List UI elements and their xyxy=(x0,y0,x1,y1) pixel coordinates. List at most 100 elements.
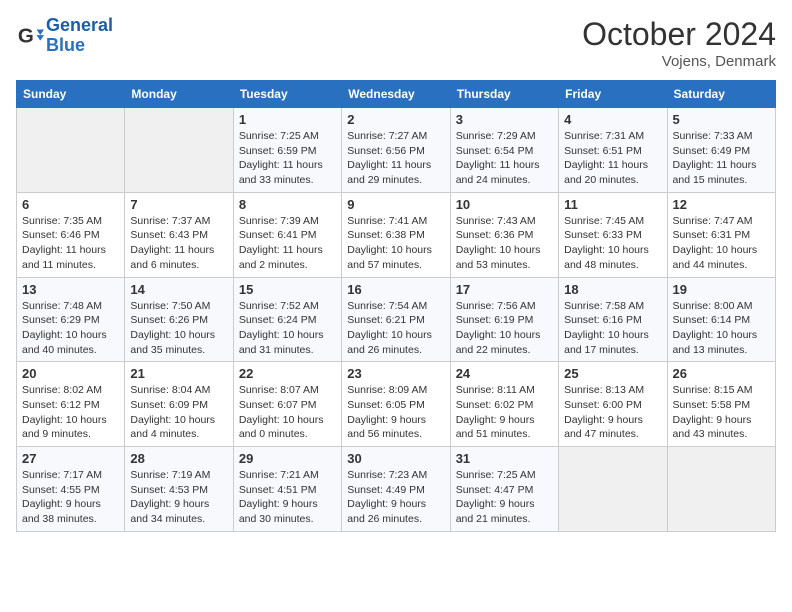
day-info: Sunrise: 7:52 AMSunset: 6:24 PMDaylight:… xyxy=(239,299,336,358)
logo-text: General Blue xyxy=(46,16,113,56)
calendar-week-row: 20 Sunrise: 8:02 AMSunset: 6:12 PMDayligh… xyxy=(17,362,776,447)
calendar-cell: 7 Sunrise: 7:37 AMSunset: 6:43 PMDaylight… xyxy=(125,192,233,277)
calendar-cell: 22Sunrise: 8:07 AMSunset: 6:07 PMDayligh… xyxy=(233,362,341,447)
day-info: Sunrise: 8:11 AMSunset: 6:02 PMDaylight:… xyxy=(456,383,553,442)
day-number: 10 xyxy=(456,197,553,212)
day-number: 7 xyxy=(130,197,227,212)
calendar-cell xyxy=(667,447,775,532)
svg-text:G: G xyxy=(18,24,34,47)
calendar-cell: 23Sunrise: 8:09 AMSunset: 6:05 PMDayligh… xyxy=(342,362,450,447)
calendar-week-row: 6 Sunrise: 7:35 AMSunset: 6:46 PMDaylight… xyxy=(17,192,776,277)
month-title: October 2024 xyxy=(582,16,776,53)
day-info: Sunrise: 8:07 AMSunset: 6:07 PMDaylight:… xyxy=(239,383,336,442)
calendar-table: SundayMondayTuesdayWednesdayThursdayFrid… xyxy=(16,80,776,532)
day-info: Sunrise: 7:56 AMSunset: 6:19 PMDaylight:… xyxy=(456,299,553,358)
day-info: Sunrise: 7:17 AMSunset: 4:55 PMDaylight:… xyxy=(22,468,119,527)
day-number: 5 xyxy=(673,112,770,127)
calendar-week-row: 1 Sunrise: 7:25 AMSunset: 6:59 PMDaylight… xyxy=(17,108,776,193)
calendar-cell: 11Sunrise: 7:45 AMSunset: 6:33 PMDayligh… xyxy=(559,192,667,277)
logo-general: General xyxy=(46,15,113,35)
calendar-cell: 29Sunrise: 7:21 AMSunset: 4:51 PMDayligh… xyxy=(233,447,341,532)
day-number: 28 xyxy=(130,451,227,466)
day-info: Sunrise: 7:19 AMSunset: 4:53 PMDaylight:… xyxy=(130,468,227,527)
day-info: Sunrise: 8:00 AMSunset: 6:14 PMDaylight:… xyxy=(673,299,770,358)
weekday-header: Sunday xyxy=(17,81,125,108)
calendar-cell: 31 Sunrise: 7:25 AMSunset: 4:47 PMDayligh… xyxy=(450,447,558,532)
calendar-cell: 13 Sunrise: 7:48 AMSunset: 6:29 PMDayligh… xyxy=(17,277,125,362)
logo: G General Blue xyxy=(16,16,113,56)
day-number: 27 xyxy=(22,451,119,466)
calendar-cell: 21 Sunrise: 8:04 AMSunset: 6:09 PMDayligh… xyxy=(125,362,233,447)
day-info: Sunrise: 8:04 AMSunset: 6:09 PMDaylight:… xyxy=(130,383,227,442)
day-number: 16 xyxy=(347,282,444,297)
day-number: 30 xyxy=(347,451,444,466)
day-number: 31 xyxy=(456,451,553,466)
day-info: Sunrise: 7:50 AMSunset: 6:26 PMDaylight:… xyxy=(130,299,227,358)
calendar-cell: 1 Sunrise: 7:25 AMSunset: 6:59 PMDaylight… xyxy=(233,108,341,193)
weekday-header: Tuesday xyxy=(233,81,341,108)
day-info: Sunrise: 7:27 AMSunset: 6:56 PMDaylight:… xyxy=(347,129,444,188)
calendar-cell: 5 Sunrise: 7:33 AMSunset: 6:49 PMDaylight… xyxy=(667,108,775,193)
calendar-week-row: 27 Sunrise: 7:17 AMSunset: 4:55 PMDayligh… xyxy=(17,447,776,532)
calendar-cell: 28 Sunrise: 7:19 AMSunset: 4:53 PMDayligh… xyxy=(125,447,233,532)
day-info: Sunrise: 7:33 AMSunset: 6:49 PMDaylight:… xyxy=(673,129,770,188)
day-info: Sunrise: 7:39 AMSunset: 6:41 PMDaylight:… xyxy=(239,214,336,273)
day-info: Sunrise: 7:48 AMSunset: 6:29 PMDaylight:… xyxy=(22,299,119,358)
day-info: Sunrise: 7:29 AMSunset: 6:54 PMDaylight:… xyxy=(456,129,553,188)
weekday-header: Wednesday xyxy=(342,81,450,108)
day-info: Sunrise: 7:35 AMSunset: 6:46 PMDaylight:… xyxy=(22,214,119,273)
day-number: 26 xyxy=(673,366,770,381)
day-info: Sunrise: 8:13 AMSunset: 6:00 PMDaylight:… xyxy=(564,383,661,442)
logo-blue: Blue xyxy=(46,35,85,55)
day-number: 13 xyxy=(22,282,119,297)
day-number: 6 xyxy=(22,197,119,212)
day-info: Sunrise: 7:58 AMSunset: 6:16 PMDaylight:… xyxy=(564,299,661,358)
calendar-cell: 4Sunrise: 7:31 AMSunset: 6:51 PMDaylight… xyxy=(559,108,667,193)
day-info: Sunrise: 7:21 AMSunset: 4:51 PMDaylight:… xyxy=(239,468,336,527)
day-number: 14 xyxy=(130,282,227,297)
day-number: 12 xyxy=(673,197,770,212)
calendar-cell: 17 Sunrise: 7:56 AMSunset: 6:19 PMDayligh… xyxy=(450,277,558,362)
weekday-header: Saturday xyxy=(667,81,775,108)
calendar-cell: 8Sunrise: 7:39 AMSunset: 6:41 PMDaylight… xyxy=(233,192,341,277)
day-info: Sunrise: 7:37 AMSunset: 6:43 PMDaylight:… xyxy=(130,214,227,273)
weekday-header: Monday xyxy=(125,81,233,108)
day-number: 9 xyxy=(347,197,444,212)
calendar-cell: 16 Sunrise: 7:54 AMSunset: 6:21 PMDayligh… xyxy=(342,277,450,362)
calendar-cell: 26 Sunrise: 8:15 AMSunset: 5:58 PMDayligh… xyxy=(667,362,775,447)
calendar-cell: 25 Sunrise: 8:13 AMSunset: 6:00 PMDayligh… xyxy=(559,362,667,447)
calendar-cell: 27 Sunrise: 7:17 AMSunset: 4:55 PMDayligh… xyxy=(17,447,125,532)
day-number: 2 xyxy=(347,112,444,127)
calendar-cell: 2 Sunrise: 7:27 AMSunset: 6:56 PMDaylight… xyxy=(342,108,450,193)
day-info: Sunrise: 7:25 AMSunset: 6:59 PMDaylight:… xyxy=(239,129,336,188)
calendar-week-row: 13 Sunrise: 7:48 AMSunset: 6:29 PMDayligh… xyxy=(17,277,776,362)
calendar-cell xyxy=(559,447,667,532)
calendar-cell: 19Sunrise: 8:00 AMSunset: 6:14 PMDayligh… xyxy=(667,277,775,362)
calendar-cell xyxy=(125,108,233,193)
day-info: Sunrise: 8:15 AMSunset: 5:58 PMDaylight:… xyxy=(673,383,770,442)
day-number: 18 xyxy=(564,282,661,297)
day-info: Sunrise: 7:25 AMSunset: 4:47 PMDaylight:… xyxy=(456,468,553,527)
calendar-cell: 12Sunrise: 7:47 AMSunset: 6:31 PMDayligh… xyxy=(667,192,775,277)
calendar-cell: 15 Sunrise: 7:52 AMSunset: 6:24 PMDayligh… xyxy=(233,277,341,362)
day-info: Sunrise: 7:23 AMSunset: 4:49 PMDaylight:… xyxy=(347,468,444,527)
weekday-header: Friday xyxy=(559,81,667,108)
calendar-cell: 24 Sunrise: 8:11 AMSunset: 6:02 PMDayligh… xyxy=(450,362,558,447)
calendar-cell: 9 Sunrise: 7:41 AMSunset: 6:38 PMDaylight… xyxy=(342,192,450,277)
calendar-cell: 18 Sunrise: 7:58 AMSunset: 6:16 PMDayligh… xyxy=(559,277,667,362)
day-number: 21 xyxy=(130,366,227,381)
day-number: 24 xyxy=(456,366,553,381)
day-info: Sunrise: 7:41 AMSunset: 6:38 PMDaylight:… xyxy=(347,214,444,273)
day-info: Sunrise: 8:02 AMSunset: 6:12 PMDaylight:… xyxy=(22,383,119,442)
day-info: Sunrise: 7:43 AMSunset: 6:36 PMDaylight:… xyxy=(456,214,553,273)
day-number: 20 xyxy=(22,366,119,381)
day-number: 25 xyxy=(564,366,661,381)
calendar-cell: 30 Sunrise: 7:23 AMSunset: 4:49 PMDayligh… xyxy=(342,447,450,532)
day-number: 17 xyxy=(456,282,553,297)
day-number: 11 xyxy=(564,197,661,212)
day-number: 15 xyxy=(239,282,336,297)
calendar-cell: 3Sunrise: 7:29 AMSunset: 6:54 PMDaylight… xyxy=(450,108,558,193)
day-info: Sunrise: 7:54 AMSunset: 6:21 PMDaylight:… xyxy=(347,299,444,358)
day-number: 1 xyxy=(239,112,336,127)
calendar-cell: 20 Sunrise: 8:02 AMSunset: 6:12 PMDayligh… xyxy=(17,362,125,447)
